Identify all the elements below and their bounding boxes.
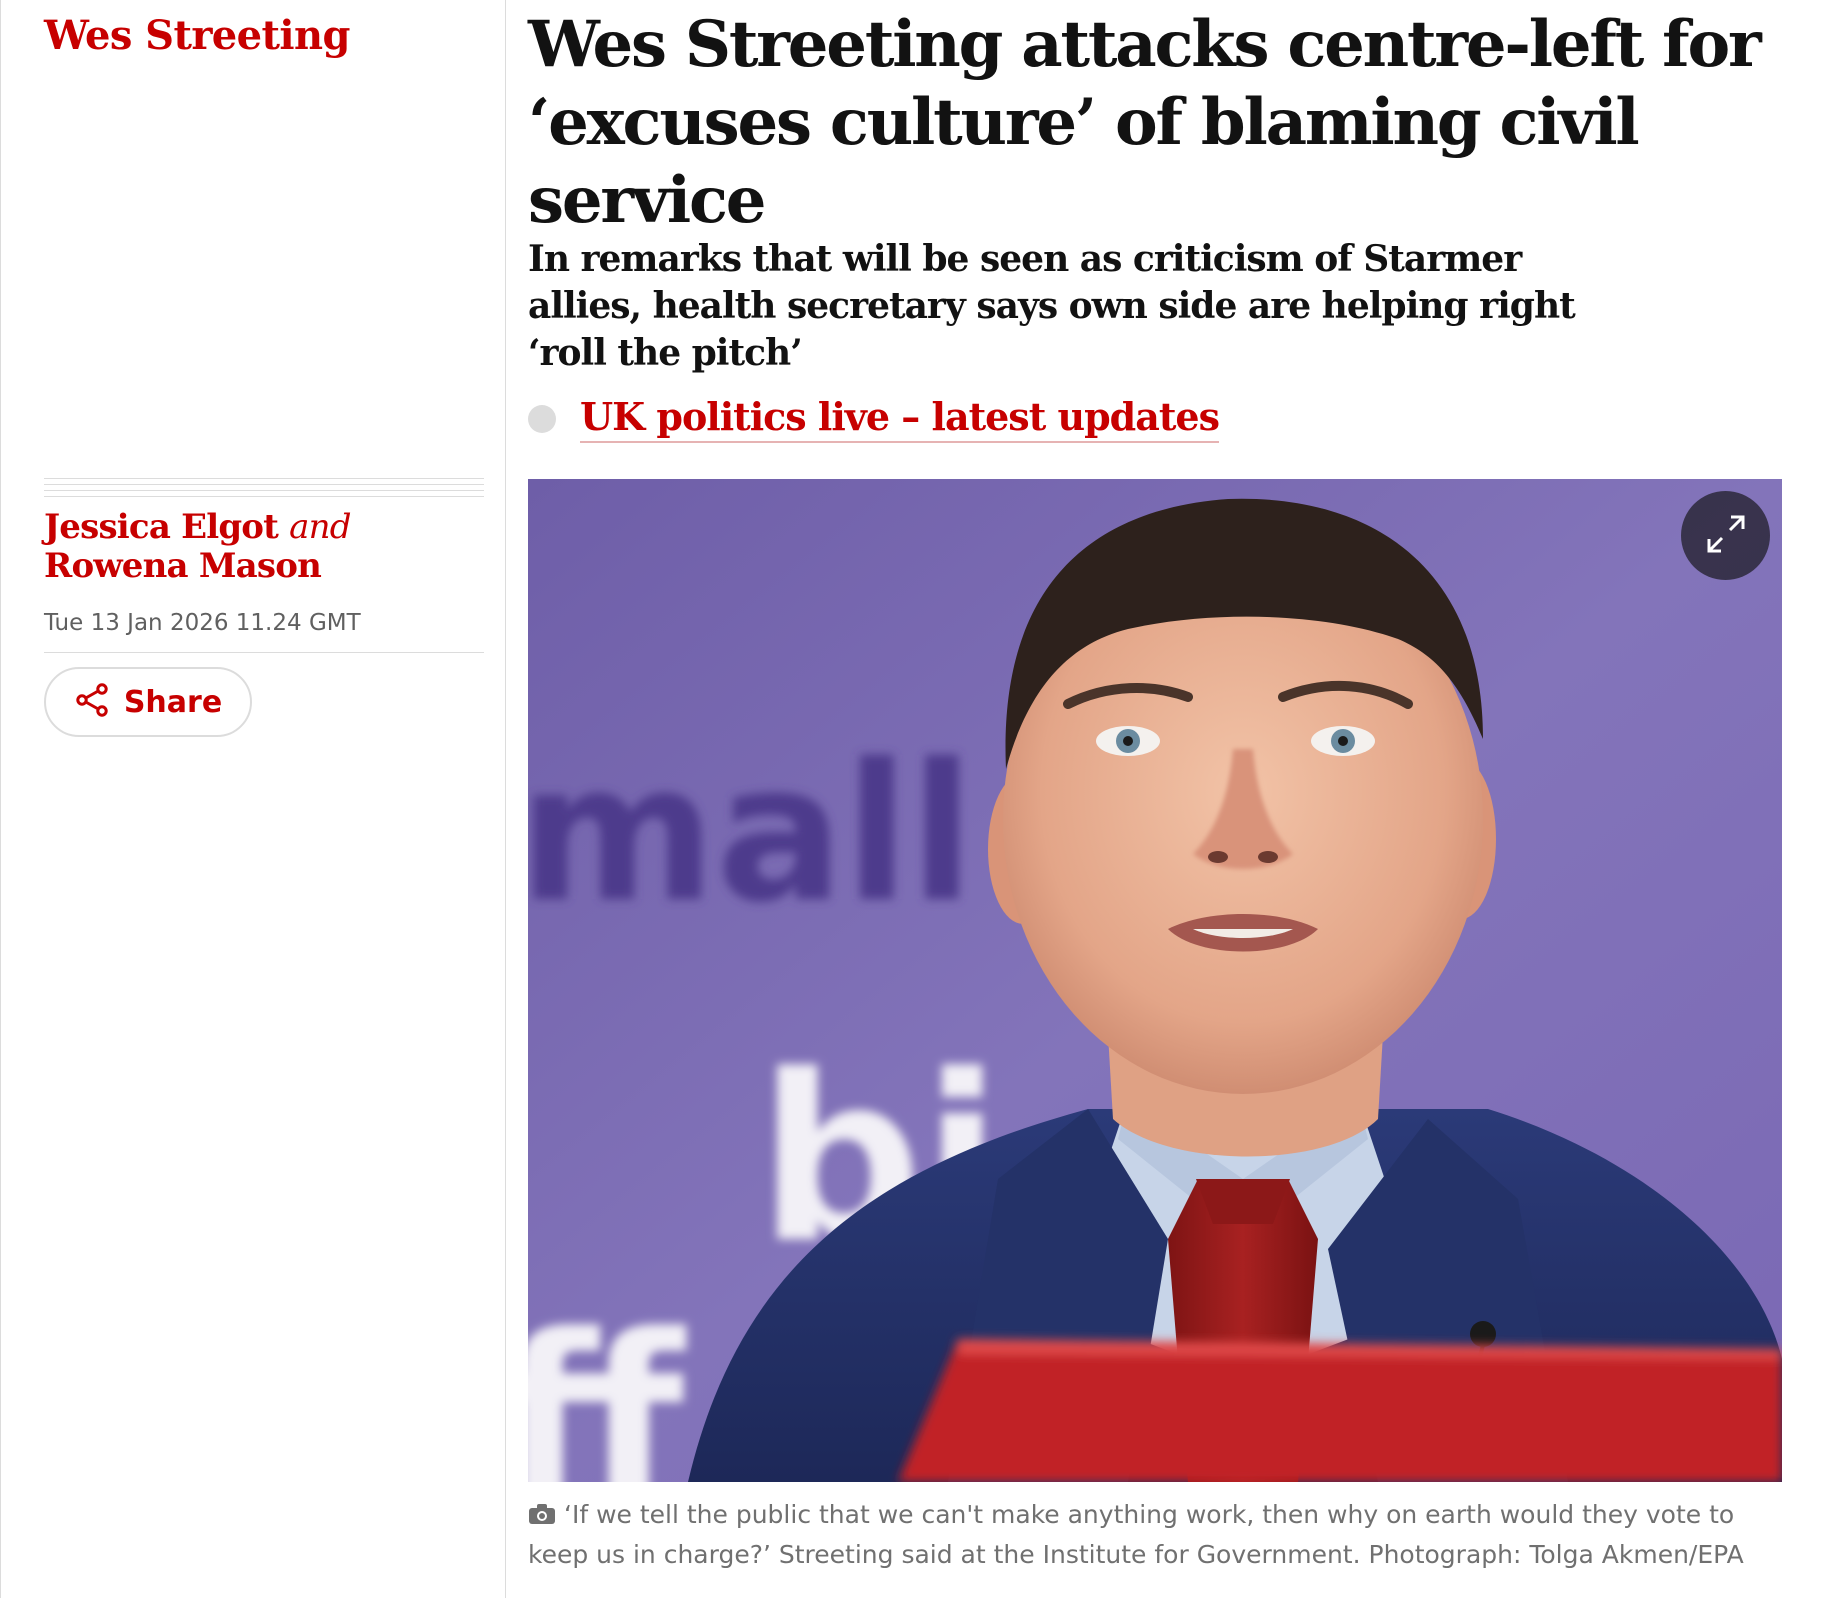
byline-rules [44,478,484,502]
column-divider [505,0,506,1598]
publish-date: Tue 13 Jan 2026 11.24 GMT [44,610,361,636]
left-border [0,0,1,1598]
caption-text: ‘If we tell the public that we can't mak… [528,1500,1744,1569]
share-button[interactable]: Share [44,667,252,737]
main-photo[interactable]: mall d s, bi ff [528,479,1782,1482]
bg-text-3: ff [528,1287,687,1482]
article-page: Wes Streeting Jessica Elgot and Rowena M… [0,0,1828,1598]
date-divider [44,652,484,653]
photo-illustration: mall d s, bi ff [528,479,1782,1482]
live-link-row: UK politics live – latest updates [528,394,1220,443]
expand-icon [1703,511,1749,561]
author-link-1[interactable]: Jessica Elgot [44,507,279,547]
share-icon [74,682,110,722]
photo-caption: ‘If we tell the public that we can't mak… [528,1496,1782,1574]
share-label: Share [123,684,223,720]
section-kicker-link[interactable]: Wes Streeting [44,12,350,59]
live-dot-icon [528,404,556,433]
live-updates-link[interactable]: UK politics live – latest updates [580,394,1220,443]
article-headline: Wes Streeting attacks centre-left for ‘e… [528,7,1762,238]
camera-icon [528,1498,556,1536]
article-standfirst: In remarks that will be seen as criticis… [528,238,1576,374]
byline: Jessica Elgot and Rowena Mason [44,508,484,586]
author-link-2[interactable]: Rowena Mason [44,546,322,586]
byline-conjunction: and [289,507,351,547]
expand-photo-button[interactable] [1681,491,1770,580]
